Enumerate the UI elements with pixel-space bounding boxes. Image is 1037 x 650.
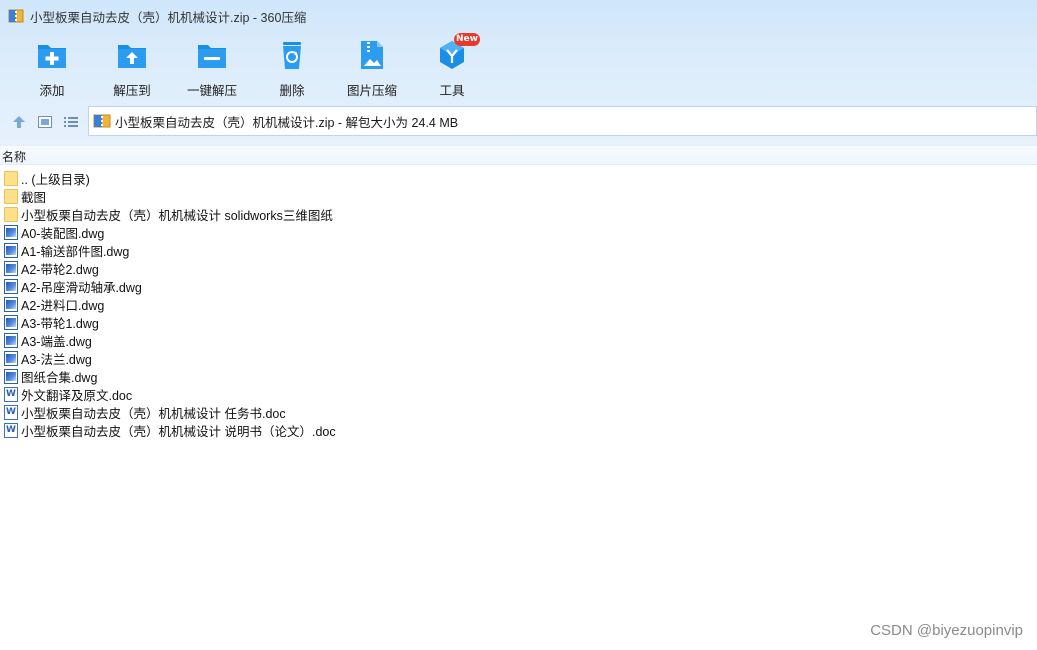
dwg-file-icon [4,314,18,330]
tools-label: 工具 [439,84,465,98]
add-folder-icon [35,38,69,72]
folder-icon [4,188,18,204]
dwg-file-icon [4,242,18,258]
file-name: A2-吊座滑动轴承.dwg [21,280,142,295]
title-bar: 小型板栗自动去皮（壳）机机械设计.zip - 360压缩 [0,0,1037,32]
list-item[interactable]: A0-装配图.dwg [0,223,600,241]
folder-icon [4,206,18,222]
extract-to-icon [115,38,149,72]
list-item[interactable]: 小型板栗自动去皮（壳）机机械设计 任务书.doc [0,403,600,421]
file-name: A1-输送部件图.dwg [21,244,130,259]
add-button[interactable]: 添加 [12,34,92,100]
delete-button[interactable]: 删除 [252,34,332,100]
list-view-button[interactable] [58,109,84,135]
delete-label: 删除 [279,84,305,98]
file-name: A3-法兰.dwg [21,352,92,367]
extract-to-button[interactable]: 解压到 [92,34,172,100]
file-list: .. (上级目录) 截图 小型板栗自动去皮（壳）机机械设计 solidworks… [0,169,600,439]
list-item[interactable]: A3-端盖.dwg [0,331,600,349]
dwg-file-icon [4,332,18,348]
list-item[interactable]: 图纸合集.dwg [0,367,600,385]
list-item[interactable]: .. (上级目录) [0,169,600,187]
add-label: 添加 [39,84,65,98]
list-item[interactable]: 小型板栗自动去皮（壳）机机械设计 说明书（论文）.doc [0,421,600,439]
list-item[interactable]: A3-法兰.dwg [0,349,600,367]
word-doc-icon [4,404,18,420]
image-compress-label: 图片压缩 [346,84,397,98]
tools-button[interactable]: 工具 [412,34,492,100]
dwg-file-icon [4,368,18,384]
dwg-file-icon [4,224,18,240]
dwg-file-icon [4,278,18,294]
file-name: A2-进料口.dwg [21,298,105,313]
dwg-file-icon [4,296,18,312]
up-level-button[interactable] [6,109,32,135]
list-item[interactable]: A2-带轮2.dwg [0,259,600,277]
column-header-name[interactable]: 名称 [2,148,26,165]
thumbnail-view-button[interactable] [32,109,58,135]
column-header: 名称 [0,146,1037,165]
extract-to-label: 解压到 [113,84,151,98]
dwg-file-icon [4,350,18,366]
file-name: 小型板栗自动去皮（壳）机机械设计 任务书.doc [21,406,286,421]
address-path-field[interactable]: 小型板栗自动去皮（壳）机机械设计.zip - 解包大小为 24.4 MB [88,106,1037,136]
file-name: 截图 [21,190,47,205]
new-badge: New [454,33,480,46]
file-name: A3-端盖.dwg [21,334,92,349]
list-item[interactable]: A2-吊座滑动轴承.dwg [0,277,600,295]
csdn-watermark: CSDN @biyezuopinvip [870,622,1023,639]
dwg-file-icon [4,260,18,276]
address-bar: 小型板栗自动去皮（壳）机机械设计.zip - 解包大小为 24.4 MB [0,106,1037,138]
one-click-extract-button[interactable]: 一键解压 [172,34,252,100]
file-name: 图纸合集.dwg [21,370,98,385]
list-item[interactable]: A3-带轮1.dwg [0,313,600,331]
list-item[interactable]: 小型板栗自动去皮（壳）机机械设计 solidworks三维图纸 [0,205,600,223]
list-item[interactable]: 截图 [0,187,600,205]
window-title: 小型板栗自动去皮（壳）机机械设计.zip - 360压缩 [30,10,307,25]
file-name: A3-带轮1.dwg [21,316,99,331]
image-compress-icon [355,38,389,72]
zip-file-icon [93,113,111,129]
toolbar: 添加 解压到 一键解压 删除 图片压缩 工具 [0,34,492,100]
word-doc-icon [4,386,18,402]
image-compress-button[interactable]: 图片压缩 [332,34,412,100]
file-name: 外文翻译及原文.doc [21,388,133,403]
arrow-up-icon [13,116,25,128]
one-click-extract-icon [195,38,229,72]
file-name: A0-装配图.dwg [21,226,105,241]
list-item[interactable]: A1-输送部件图.dwg [0,241,600,259]
file-name: .. (上级目录) [21,172,90,187]
app-zip-icon [8,8,24,24]
file-name: 小型板栗自动去皮（壳）机机械设计 说明书（论文）.doc [21,424,336,439]
word-doc-icon [4,422,18,438]
address-path-text: 小型板栗自动去皮（壳）机机械设计.zip - 解包大小为 24.4 MB [115,115,459,130]
list-item[interactable]: A2-进料口.dwg [0,295,600,313]
file-name: A2-带轮2.dwg [21,262,99,277]
recycle-bin-icon [275,38,309,72]
file-name: 小型板栗自动去皮（壳）机机械设计 solidworks三维图纸 [21,208,333,223]
list-item[interactable]: 外文翻译及原文.doc [0,385,600,403]
folder-icon [4,170,18,186]
one-click-extract-label: 一键解压 [186,84,237,98]
list-view-icon [64,117,78,127]
thumbnail-view-icon [38,116,52,128]
